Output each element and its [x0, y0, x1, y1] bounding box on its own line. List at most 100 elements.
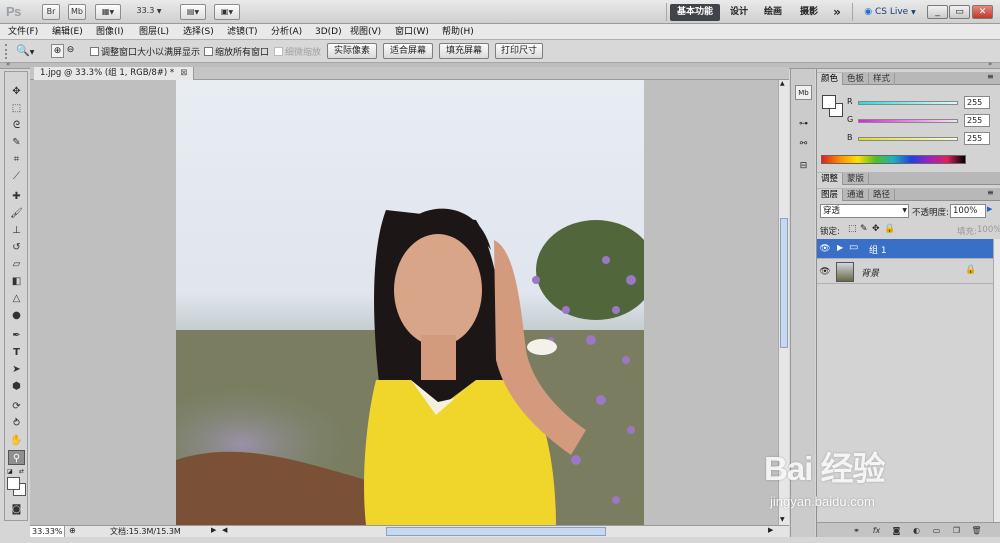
green-value-input[interactable]: 255: [964, 114, 990, 127]
scroll-up-icon[interactable]: ▲: [780, 80, 785, 87]
horizontal-scroll-thumb[interactable]: [386, 527, 606, 536]
panel-menu-icon[interactable]: ≡: [987, 188, 994, 197]
photo-canvas[interactable]: [176, 80, 644, 525]
zoom-tool[interactable]: ⚲: [8, 450, 25, 465]
add-mask-icon[interactable]: ◙: [891, 525, 902, 536]
layer-style-icon[interactable]: fx: [871, 525, 882, 536]
history-brush-tool[interactable]: ↺: [8, 240, 25, 255]
screen-mode-button[interactable]: ▣▼: [214, 4, 240, 20]
zoom-status-field[interactable]: 33.33%: [30, 526, 65, 537]
checkbox-box[interactable]: [204, 47, 213, 56]
view-extras-button[interactable]: ▦▼: [95, 4, 121, 20]
color-panel-foreground[interactable]: [822, 95, 836, 109]
document-tab[interactable]: 1.jpg @ 33.3% (组 1, RGB/8#) * ⊠: [34, 67, 195, 80]
workspace-essentials[interactable]: 基本功能: [670, 4, 720, 21]
eyedropper-tool[interactable]: ⟋: [8, 169, 25, 184]
blur-tool[interactable]: △: [8, 291, 25, 306]
type-tool[interactable]: T: [8, 345, 25, 360]
clone-stamp-tool[interactable]: ⊥: [8, 223, 25, 238]
menu-help[interactable]: 帮助(H): [442, 26, 474, 38]
bridge-button[interactable]: Br: [42, 4, 60, 20]
tab-masks[interactable]: 蒙版: [843, 173, 870, 185]
scroll-right-icon[interactable]: ▶: [768, 526, 773, 534]
link-layers-icon[interactable]: ⚭: [851, 525, 862, 536]
crop-tool[interactable]: ⌗: [8, 152, 25, 167]
menu-window[interactable]: 窗口(W): [395, 26, 429, 38]
menu-layer[interactable]: 图层(L): [139, 26, 169, 38]
lasso-tool[interactable]: ᘓ: [8, 118, 25, 133]
tab-paths[interactable]: 路径: [869, 189, 896, 201]
scroll-down-icon[interactable]: ▼: [780, 516, 785, 523]
fit-screen-button[interactable]: 适合屏幕: [383, 43, 433, 59]
mini-bridge-panel-button[interactable]: Mb: [795, 85, 812, 100]
dodge-tool[interactable]: ●: [8, 308, 25, 323]
path-select-tool[interactable]: ➤: [8, 362, 25, 377]
gradient-tool[interactable]: ◧: [8, 274, 25, 289]
scroll-left-icon[interactable]: ◀: [222, 526, 227, 534]
layers-scrollbar[interactable]: [993, 239, 1000, 522]
new-layer-icon[interactable]: ❐: [951, 525, 962, 536]
default-colors-icon[interactable]: ◪: [7, 468, 13, 475]
tab-color[interactable]: 颜色: [817, 73, 844, 85]
workspace-painting[interactable]: 绘画: [760, 4, 786, 21]
tab-channels[interactable]: 通道: [843, 189, 870, 201]
eye-icon[interactable]: 👁: [819, 243, 831, 255]
move-tool[interactable]: ✥: [8, 84, 25, 99]
close-icon[interactable]: ⊠: [180, 68, 187, 78]
eraser-tool[interactable]: ▱: [8, 257, 25, 272]
color-spectrum-ramp[interactable]: [821, 155, 966, 164]
more-workspaces-button[interactable]: »: [830, 4, 844, 21]
layer-row-background[interactable]: 👁 背景 🔒: [817, 260, 1000, 284]
marquee-tool[interactable]: ⬚: [8, 101, 25, 116]
layer-row-group-1[interactable]: 👁 ▶ ▭ 组 1: [817, 239, 1000, 259]
actual-pixels-button[interactable]: 实际像素: [327, 43, 377, 59]
tab-adjustments[interactable]: 调整: [817, 173, 844, 185]
tab-styles[interactable]: 样式: [869, 73, 896, 85]
tool-preset-picker[interactable]: 🔍▼: [16, 43, 42, 59]
panel-menu-icon[interactable]: ≡: [987, 72, 994, 81]
quick-select-tool[interactable]: ✎: [8, 135, 25, 150]
tab-layers[interactable]: 图层: [817, 189, 844, 201]
green-slider-track[interactable]: [858, 119, 958, 123]
new-group-icon[interactable]: ▭: [931, 525, 942, 536]
cs-live-button[interactable]: ◉ CS Live ▼: [862, 4, 918, 21]
zoom-out-button[interactable]: ⊖: [64, 44, 77, 58]
3d-orbit-tool[interactable]: ⥁: [8, 416, 25, 431]
menu-edit[interactable]: 编辑(E): [52, 26, 83, 38]
mini-bridge-button[interactable]: Mb: [68, 4, 86, 20]
zoom-in-button[interactable]: ⊕: [51, 44, 64, 58]
blue-slider-track[interactable]: [858, 137, 958, 141]
workspace-design[interactable]: 设计: [726, 4, 752, 21]
vertical-scrollbar[interactable]: ▲ ▼: [778, 80, 789, 525]
eye-icon[interactable]: 👁: [819, 266, 831, 278]
red-slider-track[interactable]: [858, 101, 958, 105]
healing-brush-tool[interactable]: ✚: [8, 189, 25, 204]
shape-tool[interactable]: ⬢: [8, 379, 25, 394]
history-panel-button[interactable]: ⊶: [795, 117, 812, 132]
print-size-button[interactable]: 打印尺寸: [495, 43, 543, 59]
delete-layer-icon[interactable]: 🗑: [971, 525, 982, 536]
3d-rotate-tool[interactable]: ⟳: [8, 399, 25, 414]
actions-panel-button[interactable]: ⚯: [795, 137, 812, 152]
red-value-input[interactable]: 255: [964, 96, 990, 109]
status-menu-arrow-icon[interactable]: ▶: [211, 526, 216, 534]
collapse-right-icon[interactable]: »: [988, 60, 992, 68]
checkbox-box[interactable]: [90, 47, 99, 56]
blend-mode-select[interactable]: 穿透 ▼: [820, 204, 909, 218]
lock-all-icon[interactable]: 🔒: [884, 224, 895, 234]
menu-3d[interactable]: 3D(D): [315, 26, 342, 38]
maximize-button[interactable]: ▭: [949, 5, 970, 19]
status-info-icon[interactable]: ⊕: [69, 526, 76, 535]
lock-position-icon[interactable]: ✥: [872, 224, 880, 234]
menu-image[interactable]: 图像(I): [96, 26, 124, 38]
lock-transparency-icon[interactable]: ⬚: [848, 224, 857, 234]
menu-analysis[interactable]: 分析(A): [271, 26, 302, 38]
swap-colors-icon[interactable]: ⇄: [19, 468, 24, 475]
menu-view[interactable]: 视图(V): [350, 26, 381, 38]
menu-select[interactable]: 选择(S): [183, 26, 214, 38]
zoom-all-windows-checkbox[interactable]: 缩放所有窗口: [204, 45, 269, 58]
layer-comps-panel-button[interactable]: ⊟: [795, 159, 812, 174]
hand-tool[interactable]: ✋: [8, 433, 25, 448]
workspace-photography[interactable]: 摄影: [796, 4, 822, 21]
lock-image-icon[interactable]: ✎: [860, 224, 868, 234]
